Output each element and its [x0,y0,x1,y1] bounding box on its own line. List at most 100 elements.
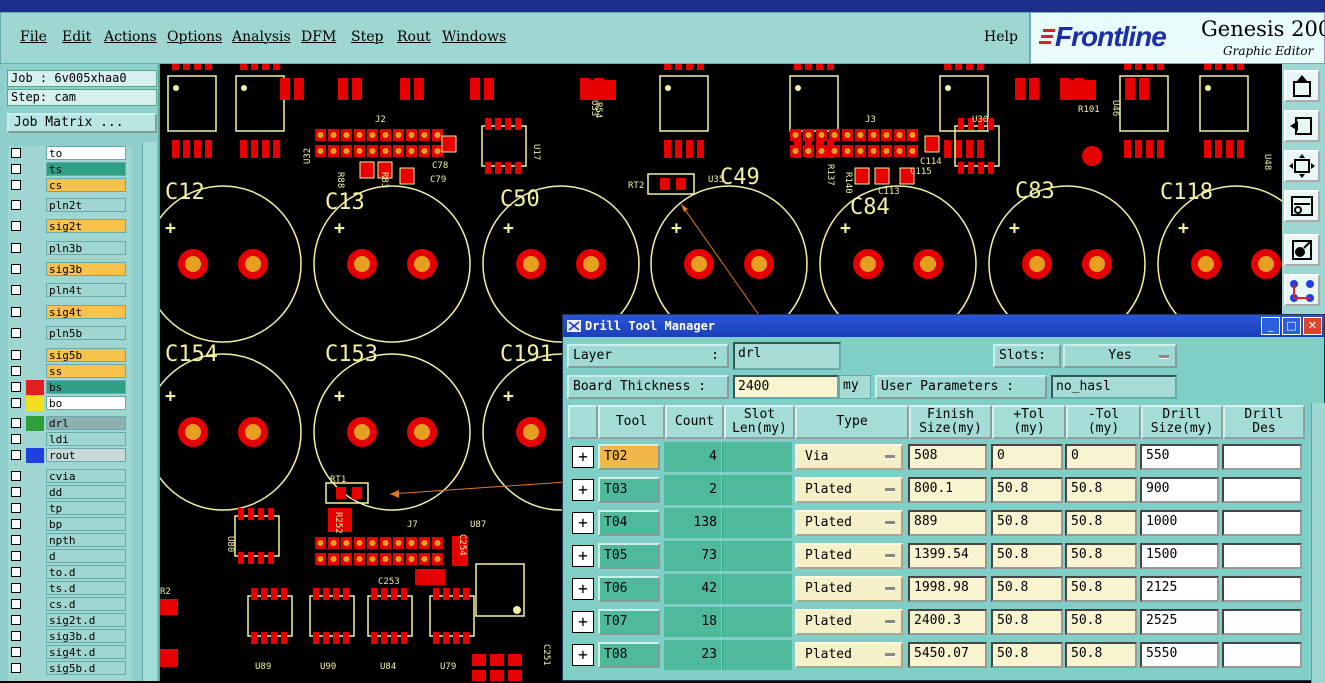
finish-size-field[interactable]: 508 [908,444,987,470]
layer-color-swatch[interactable] [26,162,44,177]
menu-options[interactable]: Options [167,29,222,45]
layer-checkbox[interactable] [11,647,21,657]
layer-row-to[interactable]: to [8,146,132,161]
menu-edit[interactable]: Edit [62,29,91,45]
layer-name[interactable]: dd [46,485,126,499]
layer-row-d[interactable]: d [8,549,132,564]
layer-name[interactable]: ts.d [46,581,126,595]
layer-color-swatch[interactable] [26,416,44,431]
layer-name[interactable]: bo [46,396,126,410]
layer-row-sig3b.d[interactable]: sig3b.d [8,629,132,644]
layer-name[interactable]: bp [46,517,126,531]
expand-row-icon[interactable]: + [572,644,594,666]
drill-des-field[interactable] [1222,543,1302,569]
finish-size-field[interactable]: 800.1 [908,477,987,503]
layer-checkbox[interactable] [11,487,21,497]
layer-color-swatch[interactable] [26,396,44,411]
layer-name[interactable]: bs [46,380,126,394]
layer-name[interactable]: npth [46,533,126,547]
drill-size-field[interactable]: 550 [1140,444,1219,470]
layer-checkbox[interactable] [11,350,21,360]
layer-color-swatch[interactable] [26,380,44,395]
user-parameters-field[interactable]: no_hasl [1051,375,1177,399]
measure-icon[interactable] [1284,190,1320,222]
menu-rout[interactable]: Rout [397,29,431,45]
maximize-icon[interactable]: □ [1282,317,1301,335]
layer-checkbox[interactable] [11,631,21,641]
type-dropdown[interactable]: Plated [795,576,903,602]
type-dropdown[interactable]: Plated [795,642,903,668]
layer-checkbox[interactable] [11,221,21,231]
table-scrollbar[interactable] [1311,403,1325,683]
layer-color-swatch[interactable] [26,485,44,500]
layer-checkbox[interactable] [11,567,21,577]
layer-checkbox[interactable] [11,471,21,481]
tool-cell[interactable]: T05 [598,543,660,569]
layer-checkbox[interactable] [11,148,21,158]
plus-tol-field[interactable]: 50.8 [991,543,1063,569]
type-dropdown[interactable]: Plated [795,510,903,536]
layer-checkbox[interactable] [11,328,21,338]
tool-cell[interactable]: T02 [598,444,660,470]
layer-row-cs[interactable]: cs [8,178,132,193]
layer-name[interactable]: pln3b [46,241,126,255]
layer-name[interactable]: sig2t.d [46,613,126,627]
layer-color-swatch[interactable] [26,364,44,379]
expand-row-icon[interactable]: + [572,578,594,600]
layer-checkbox[interactable] [11,450,21,460]
layer-color-swatch[interactable] [26,305,44,320]
layer-row-bo[interactable]: bo [8,396,132,411]
layer-checkbox[interactable] [11,599,21,609]
layer-checkbox[interactable] [11,164,21,174]
layer-color-swatch[interactable] [26,241,44,256]
layer-name[interactable]: drl [46,416,126,430]
layer-checkbox[interactable] [11,382,21,392]
layer-color-swatch[interactable] [26,469,44,484]
tool-cell[interactable]: T03 [598,477,660,503]
layer-checkbox[interactable] [11,243,21,253]
layer-name[interactable]: sig5b [46,348,126,362]
layer-row-sig4t.d[interactable]: sig4t.d [8,645,132,660]
layer-checkbox[interactable] [11,398,21,408]
layer-checkbox[interactable] [11,200,21,210]
drill-size-field[interactable]: 5550 [1140,642,1219,668]
layer-checkbox[interactable] [11,285,21,295]
type-dropdown[interactable]: Plated [795,477,903,503]
drill-size-field[interactable]: 900 [1140,477,1219,503]
layer-name[interactable]: sig3b [46,262,126,276]
layer-color-swatch[interactable] [26,661,44,676]
expand-row-icon[interactable]: + [572,545,594,567]
layer-checkbox[interactable] [11,264,21,274]
type-dropdown[interactable]: Via [795,444,903,470]
layer-color-swatch[interactable] [26,283,44,298]
open-layer-icon[interactable] [1284,70,1320,102]
layer-row-dd[interactable]: dd [8,485,132,500]
layer-field[interactable]: drl [733,342,841,370]
minus-tol-field[interactable]: 50.8 [1065,609,1137,635]
layer-row-tp[interactable]: tp [8,501,132,516]
drill-des-field[interactable] [1222,444,1302,470]
menu-analysis[interactable]: Analysis [232,29,291,45]
drill-des-field[interactable] [1222,642,1302,668]
layer-row-pln3b[interactable]: pln3b [8,241,132,256]
expand-row-icon[interactable]: + [572,479,594,501]
tool-cell[interactable]: T08 [598,642,660,668]
finish-size-field[interactable]: 1998.98 [908,576,987,602]
job-matrix-button[interactable]: Job Matrix ... [7,113,157,133]
layer-checkbox[interactable] [11,519,21,529]
finish-size-field[interactable]: 1399.54 [908,543,987,569]
layer-name[interactable]: ldi [46,432,126,446]
layer-name[interactable]: sig3b.d [46,629,126,643]
close-icon[interactable]: ✕ [1303,317,1322,335]
drill-size-field[interactable]: 1000 [1140,510,1219,536]
plus-tol-field[interactable]: 50.8 [991,642,1063,668]
layer-row-to.d[interactable]: to.d [8,565,132,580]
drill-size-field[interactable]: 2125 [1140,576,1219,602]
layer-name[interactable]: ss [46,364,126,378]
board-thickness-field[interactable]: 2400 [733,375,839,399]
layer-row-pln5b[interactable]: pln5b [8,326,132,341]
drill-des-field[interactable] [1222,477,1302,503]
layer-row-bs[interactable]: bs [8,380,132,395]
minus-tol-field[interactable]: 50.8 [1065,576,1137,602]
layer-row-pln2t[interactable]: pln2t [8,198,132,213]
